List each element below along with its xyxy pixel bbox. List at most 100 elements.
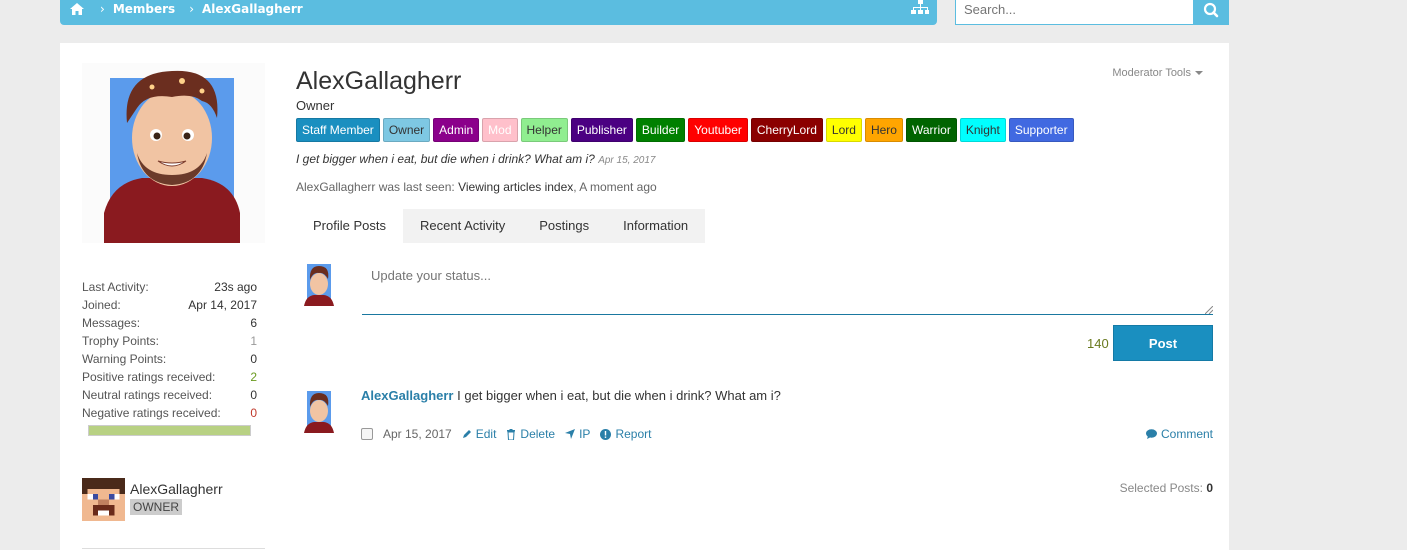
selected-posts-label: Selected Posts: — [1119, 481, 1203, 495]
sitemap-icon[interactable] — [911, 0, 929, 16]
badge-hero: Hero — [864, 118, 903, 142]
ip-label: IP — [579, 427, 591, 441]
delete-label: Delete — [520, 427, 556, 441]
stat-row: Last Activity: 23s ago — [82, 278, 257, 296]
search-button[interactable] — [1194, 0, 1229, 25]
edit-button[interactable]: Edit — [462, 427, 497, 441]
stat-value: 0 — [250, 388, 257, 402]
exclamation-circle-icon — [600, 428, 612, 440]
post-author-link[interactable]: AlexGallagherr — [361, 388, 454, 403]
comment-label: Comment — [1160, 427, 1213, 441]
stat-label: Last Activity: — [82, 280, 149, 294]
badge-supporter: Supporter — [1008, 118, 1074, 142]
stat-value: 23s ago — [214, 280, 257, 294]
divider — [82, 548, 265, 549]
stat-value: 6 — [250, 316, 257, 330]
mini-user-card: AlexGallagherr OWNER — [82, 478, 223, 521]
search-icon — [1203, 2, 1219, 18]
minecraft-avatar[interactable] — [82, 478, 125, 521]
report-button[interactable]: Report — [600, 427, 651, 441]
status-text: I get bigger when i eat, but die when i … — [296, 152, 595, 166]
badge-lord: Lord — [825, 118, 862, 142]
last-seen-time: A moment ago — [579, 180, 657, 194]
badge-knight: Knight — [959, 118, 1006, 142]
user-title: Owner — [296, 98, 335, 113]
post-text: I get bigger when i eat, but die when i … — [457, 388, 781, 403]
badge-owner: Owner — [382, 118, 431, 142]
tab-information[interactable]: Information — [606, 209, 705, 243]
stat-value: 0 — [250, 406, 257, 420]
home-icon[interactable] — [70, 3, 84, 15]
stat-row: Negative ratings received: 0 — [82, 404, 257, 422]
stat-row: Warning Points: 0 — [82, 350, 257, 368]
badge-staff-member: Staff Member — [296, 118, 380, 142]
stat-value: 0 — [250, 352, 257, 366]
profile-tabs: Profile Posts Recent Activity Postings I… — [296, 209, 706, 243]
profile-avatar[interactable] — [82, 63, 265, 243]
comment-icon — [1145, 429, 1157, 439]
ip-button[interactable]: IP — [565, 427, 590, 441]
stat-label: Neutral ratings received: — [82, 388, 213, 402]
stat-label: Negative ratings received: — [82, 406, 221, 420]
mini-username[interactable]: AlexGallagherr — [130, 481, 223, 497]
breadcrumb-bar: › Members › AlexGallagherr — [60, 0, 937, 25]
status-date[interactable]: Apr 15, 2017 — [598, 155, 655, 166]
caret-down-icon — [1195, 71, 1203, 76]
rating-bar — [88, 425, 251, 436]
stat-value: 1 — [250, 334, 257, 348]
profile-card: Last Activity: 23s ago Joined: Apr 14, 2017… — [60, 43, 1229, 550]
stat-value: 2 — [250, 370, 257, 384]
tab-profile-posts[interactable]: Profile Posts — [296, 209, 403, 243]
status-update-input[interactable] — [362, 262, 1213, 315]
moderator-tools-label: Moderator Tools — [1112, 67, 1191, 79]
badge-builder: Builder — [635, 118, 686, 142]
breadcrumb: › Members › AlexGallagherr — [70, 0, 303, 18]
comment-button[interactable]: Comment — [1145, 427, 1213, 441]
stat-value: Apr 14, 2017 — [188, 298, 257, 312]
badge-warrior: Warrior — [905, 118, 957, 142]
delete-button[interactable]: Delete — [506, 427, 555, 441]
stat-row: Positive ratings received: 2 — [82, 368, 257, 386]
badge-youtuber: Youtuber — [688, 118, 748, 142]
selected-posts: Selected Posts: 0 — [1120, 481, 1213, 495]
breadcrumb-members[interactable]: Members — [113, 2, 175, 16]
tab-recent-activity[interactable]: Recent Activity — [403, 209, 522, 243]
rank-badge: OWNER — [130, 499, 182, 515]
edit-label: Edit — [475, 427, 497, 441]
post-author-avatar[interactable] — [302, 389, 336, 433]
user-badges: Staff Member Owner Admin Mod Helper Publisher… — [296, 118, 1074, 142]
last-seen-activity-link[interactable]: Viewing articles index — [458, 180, 573, 194]
chevron-right-icon: › — [189, 2, 194, 16]
character-counter: 140 — [1087, 336, 1109, 351]
badge-publisher: Publisher — [570, 118, 633, 142]
moderator-tools-menu[interactable]: Moderator Tools — [1112, 67, 1203, 79]
selected-posts-count: 0 — [1206, 481, 1213, 495]
profile-post: AlexGallagherr I get bigger when i eat, … — [361, 388, 781, 403]
stat-label: Trophy Points: — [82, 334, 159, 348]
report-label: Report — [615, 427, 652, 441]
search-input[interactable] — [955, 0, 1194, 25]
stat-label: Warning Points: — [82, 352, 167, 366]
chevron-right-icon: › — [100, 2, 105, 16]
stat-row: Messages: 6 — [82, 314, 257, 332]
stat-label: Joined: — [82, 298, 121, 312]
badge-mod: Mod — [482, 118, 518, 142]
stat-row: Joined: Apr 14, 2017 — [82, 296, 257, 314]
stat-label: Messages: — [82, 316, 141, 330]
breadcrumb-username[interactable]: AlexGallagherr — [202, 2, 303, 16]
stat-row: Neutral ratings received: 0 — [82, 386, 257, 404]
post-select-checkbox[interactable] — [361, 428, 373, 440]
tab-postings[interactable]: Postings — [522, 209, 606, 243]
post-date[interactable]: Apr 15, 2017 — [383, 427, 452, 441]
status-avatar[interactable] — [302, 262, 336, 306]
profile-username: AlexGallagherr — [296, 67, 462, 95]
stat-row: Trophy Points: 1 — [82, 332, 257, 350]
post-actions: Apr 15, 2017 Edit Delete IP Report — [361, 427, 661, 441]
search-box — [955, 0, 1229, 25]
pencil-icon — [462, 430, 471, 438]
trash-icon — [507, 428, 516, 440]
badge-cherrylord: CherryLord — [750, 118, 823, 142]
post-button[interactable]: Post — [1113, 325, 1213, 361]
member-stats: Last Activity: 23s ago Joined: Apr 14, 2017… — [82, 278, 257, 436]
resize-handle-icon[interactable] — [1205, 306, 1213, 314]
